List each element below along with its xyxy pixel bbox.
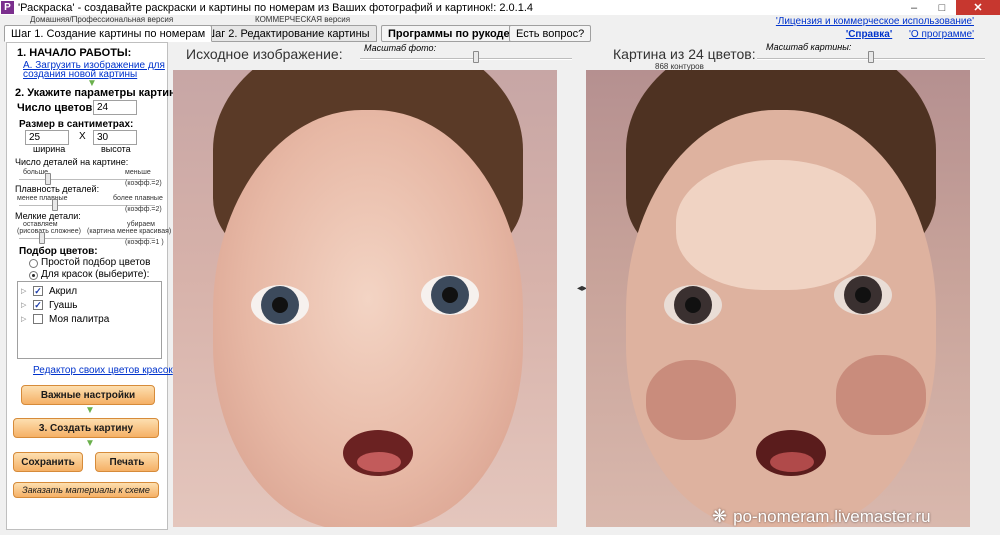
height-input[interactable]: 30 [93,130,137,145]
source-photo [173,70,557,527]
small-coef: (коэфф.=1 ) [125,239,164,246]
params-heading: 2. Укажите параметры картины [15,87,186,99]
order-materials-button[interactable]: Заказать материалы к схеме [13,482,159,498]
left-panel: 1. НАЧАЛО РАБОТЫ: А. Загрузить изображен… [6,42,185,530]
expand-icon[interactable]: ▷ [21,287,31,295]
smooth-more-label: более плавные [113,195,163,202]
about-link[interactable]: 'О программе' [909,29,974,40]
help-link[interactable]: 'Справка' [846,29,892,40]
result-title: Картина из 24 цветов: [613,46,756,62]
small-leave-hint: (рисовать сложнее) [17,228,81,235]
forehead-highlight [676,160,876,290]
colors-count-input[interactable]: 24 [93,100,137,115]
create-picture-button[interactable]: 3. Создать картину [13,418,159,438]
palette-item-gouache[interactable]: ▷ ✓ Гуашь [18,298,77,312]
license-link[interactable]: 'Лицензия и коммерческое использование' [776,16,974,27]
right-pupil [855,287,871,303]
photo-scale-thumb[interactable] [473,51,480,63]
edition-commercial-label: КОММЕРЧЕСКАЯ версия [255,15,351,24]
app-icon: P [1,1,14,14]
snowflake-icon: ❋ [712,506,728,526]
watermark-text: po-nomeram.livemaster.ru [733,506,931,526]
important-settings-button[interactable]: Важные настройки [21,385,155,405]
palette-label: Гуашь [49,299,78,311]
print-button[interactable]: Печать [95,452,159,472]
load-image-link-line2[interactable]: создания новой картины [23,69,137,80]
width-input[interactable]: 25 [25,130,69,145]
height-caption: высота [101,144,131,154]
small-slider-thumb[interactable] [38,232,45,244]
expand-icon[interactable]: ▷ [21,315,31,323]
smooth-less-label: менее плавные [17,195,68,202]
small-leave-label: оставляем [23,221,58,228]
smooth-coef: (коэфф.=2) [125,206,162,213]
photo-scale-label: Масштаб фото: [364,43,437,53]
left-pupil [685,297,701,313]
palette-item-acryl[interactable]: ▷ ✓ Акрил [18,284,77,298]
photo-scale-track [360,58,572,60]
smooth-slider-thumb[interactable] [51,199,58,211]
detail-coef: (коэфф.=2) [125,180,162,187]
small-remove-label: убираем [127,221,155,228]
palette-label: Акрил [49,285,78,297]
minimize-button[interactable]: – [900,0,928,15]
radio-paints[interactable] [29,271,38,280]
smooth-label: Плавность деталей: [15,184,100,194]
palette-label: Моя палитра [49,313,110,325]
question-button[interactable]: Есть вопрос? [509,25,592,42]
detail-label: Число деталей на картине: [15,157,129,167]
radio-simple-label: Простой подбор цветов [41,257,151,268]
color-editor-link[interactable]: Редактор своих цветов красок [33,365,173,376]
start-heading: 1. НАЧАЛО РАБОТЫ: [17,47,132,59]
edition-home-label: Домашняя/Профессиональная версия [30,15,174,24]
watermark: ❋ po-nomeram.livemaster.ru [712,506,931,527]
tab-step1[interactable]: Шаг 1. Создание картины по номерам [4,25,213,42]
window-controls: – □ ✕ [900,0,1000,15]
small-remove-hint: (картина менее красивая) [87,228,172,235]
top-links: 'Лицензия и коммерческое использование' … [776,16,974,40]
arrow-down-icon: ▼ [85,438,95,449]
title-bar: P 'Раскраска' - создавайте раскраски и к… [0,0,1000,15]
window-title: 'Раскраска' - создавайте раскраски и кар… [18,1,534,14]
palette-item-my[interactable]: ▷ Моя палитра [18,312,109,326]
size-x-label: X [79,131,86,142]
small-details-label: Мелкие детали: [15,211,81,221]
result-picture [586,70,970,527]
right-pupil [442,287,458,303]
picture-scale-thumb[interactable] [868,51,874,63]
radio-paints-label: Для красок (выберите): [41,269,150,280]
checkbox-gouache[interactable]: ✓ [33,300,43,310]
source-title: Исходное изображение: [186,46,343,62]
picture-scale-label: Масштаб картины: [766,42,852,52]
arrow-down-icon: ▼ [85,405,95,416]
checkbox-acryl[interactable]: ✓ [33,286,43,296]
tab-step2[interactable]: Шаг 2. Редактирование картины [198,25,377,42]
width-caption: ширина [33,144,66,154]
palette-tree: ▷ ✓ Акрил ▷ ✓ Гуашь ▷ Моя палитра [17,281,162,359]
radio-simple[interactable] [29,259,38,268]
color-select-heading: Подбор цветов: [19,246,98,257]
tongue [770,452,814,472]
size-label: Размер в сантиметрах: [19,119,134,130]
detail-less-label: меньше [125,169,151,176]
save-button[interactable]: Сохранить [13,452,83,472]
right-cheek [836,355,926,435]
left-cheek [646,360,736,440]
colors-label: Число цветов: [17,102,96,114]
maximize-button[interactable]: □ [928,0,956,15]
close-button[interactable]: ✕ [956,0,1000,15]
checkbox-my-palette[interactable] [33,314,43,324]
expand-icon[interactable]: ▷ [21,301,31,309]
tongue [357,452,401,472]
left-pupil [272,297,288,313]
